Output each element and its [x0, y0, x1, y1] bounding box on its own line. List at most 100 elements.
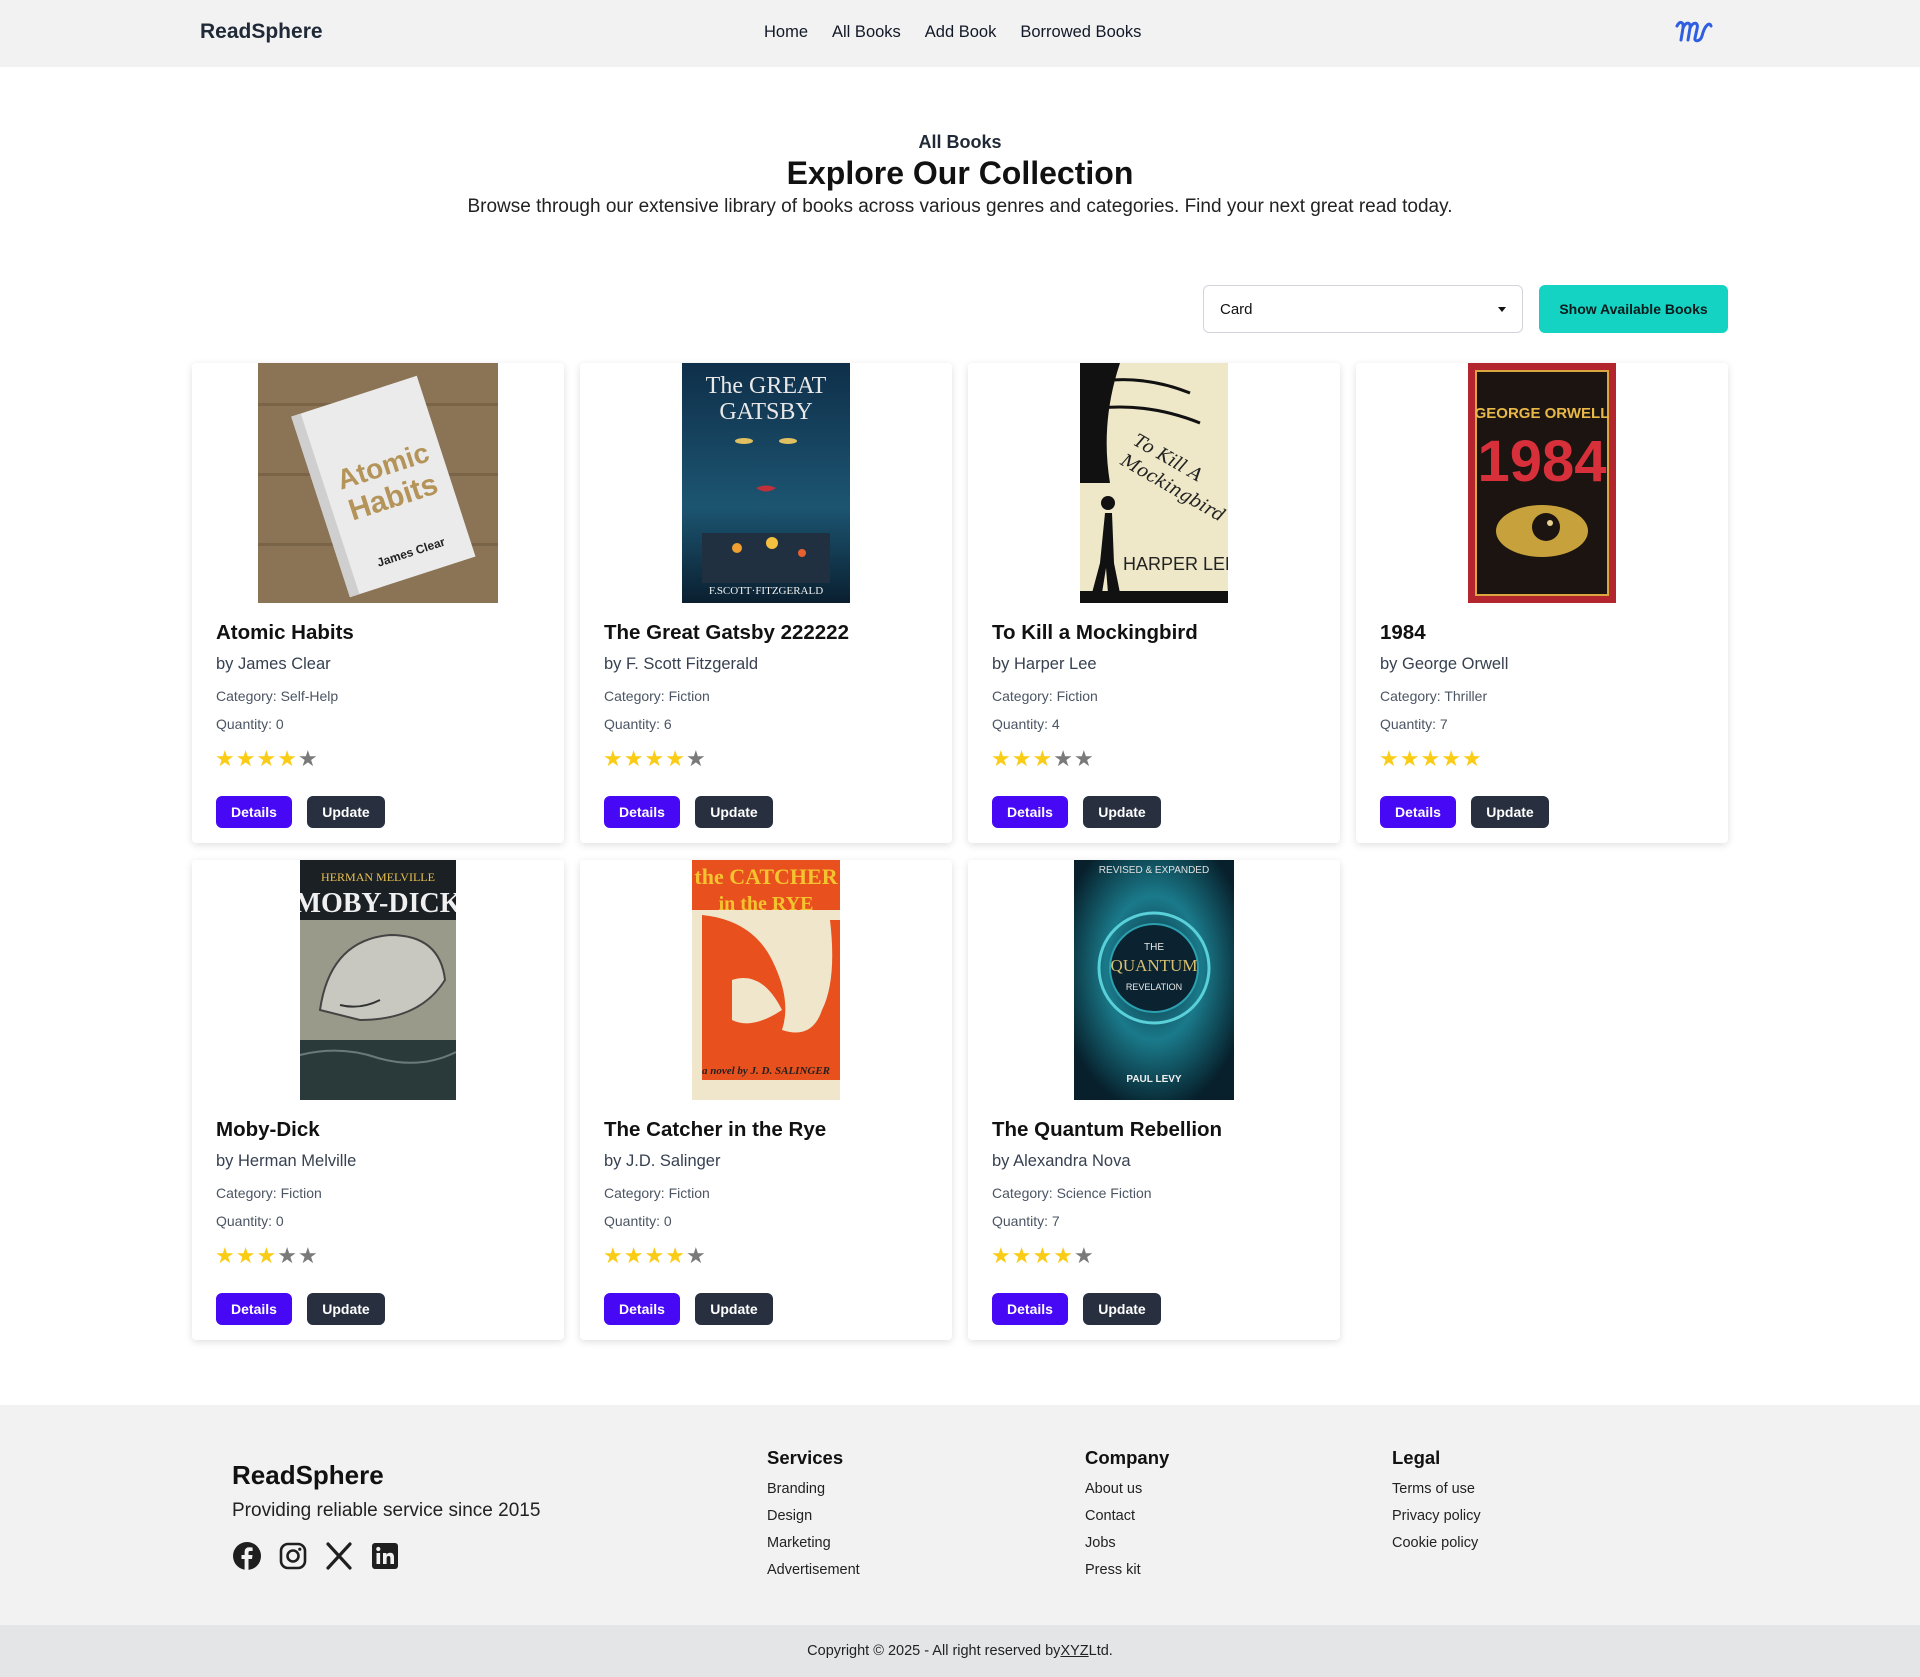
footer-link-privacy-policy[interactable]: Privacy policy — [1392, 1508, 1481, 1524]
star-empty-icon: ★ — [1053, 747, 1073, 772]
update-button[interactable]: Update — [1471, 796, 1549, 828]
rating-stars: ★ ★ ★ ★ ★ — [215, 1246, 318, 1268]
footer-link-jobs[interactable]: Jobs — [1085, 1535, 1169, 1551]
book-quantity: Quantity: 7 — [1380, 716, 1448, 732]
cover-text: HARPER LEE — [1123, 554, 1228, 574]
book-cover-image: REVISED & EXPANDED THE QUANTUM REVELATIO… — [1074, 860, 1234, 1100]
nav-link-borrowed-books[interactable]: Borrowed Books — [1020, 23, 1141, 42]
nav-link-all-books[interactable]: All Books — [832, 23, 901, 42]
details-button[interactable]: Details — [992, 1293, 1068, 1325]
star-filled-icon: ★ — [603, 1244, 623, 1269]
book-quantity: Quantity: 6 — [604, 716, 672, 732]
book-cover-image: Atomic Habits James Clear — [258, 363, 498, 603]
star-filled-icon: ★ — [603, 747, 623, 772]
update-button[interactable]: Update — [695, 1293, 773, 1325]
copyright-suffix: Ltd. — [1088, 1643, 1113, 1659]
copyright-company-link[interactable]: XYZ — [1060, 1643, 1088, 1659]
view-mode-value: Card — [1220, 300, 1253, 318]
book-author: by Herman Melville — [216, 1152, 357, 1170]
details-button[interactable]: Details — [216, 796, 292, 828]
update-button[interactable]: Update — [1083, 1293, 1161, 1325]
nav-link-add-book[interactable]: Add Book — [925, 23, 997, 42]
update-button[interactable]: Update — [307, 796, 385, 828]
footer-link-advertisement[interactable]: Advertisement — [767, 1562, 860, 1578]
update-button[interactable]: Update — [307, 1293, 385, 1325]
update-button[interactable]: Update — [1083, 796, 1161, 828]
star-filled-icon: ★ — [991, 1244, 1011, 1269]
brand-logo-text[interactable]: ReadSphere — [200, 20, 323, 44]
book-category: Category: Fiction — [992, 688, 1098, 704]
facebook-icon[interactable] — [232, 1541, 262, 1571]
footer-link-contact[interactable]: Contact — [1085, 1508, 1169, 1524]
update-button[interactable]: Update — [695, 796, 773, 828]
footer-link-branding[interactable]: Branding — [767, 1481, 860, 1497]
cover-text: GATSBY — [719, 399, 812, 425]
copyright-bar: Copyright © 2025 - All right reserved by… — [0, 1625, 1920, 1677]
book-quantity: Quantity: 0 — [216, 716, 284, 732]
book-quantity: Quantity: 0 — [216, 1213, 284, 1229]
star-filled-icon: ★ — [1032, 1244, 1053, 1269]
nav-links: Home All Books Add Book Borrowed Books — [764, 23, 1141, 42]
star-empty-icon: ★ — [685, 1244, 706, 1269]
book-card-quantum-rebellion: REVISED & EXPANDED THE QUANTUM REVELATIO… — [968, 860, 1340, 1340]
star-empty-icon: ★ — [297, 747, 318, 772]
cover-text: The GREAT — [706, 373, 827, 399]
star-empty-icon: ★ — [297, 1244, 318, 1269]
show-available-books-button[interactable]: Show Available Books — [1539, 285, 1728, 333]
details-button[interactable]: Details — [992, 796, 1068, 828]
rating-stars: ★ ★ ★ ★ ★ — [215, 749, 318, 771]
book-quantity: Quantity: 0 — [604, 1213, 672, 1229]
x-icon[interactable] — [324, 1541, 354, 1571]
book-title: The Great Gatsby 222222 — [604, 621, 849, 644]
cover-text: QUANTUM — [1111, 956, 1198, 975]
book-quantity: Quantity: 7 — [992, 1213, 1060, 1229]
star-empty-icon: ★ — [685, 747, 706, 772]
instagram-icon[interactable] — [278, 1541, 308, 1571]
footer-link-terms-of-use[interactable]: Terms of use — [1392, 1481, 1481, 1497]
details-button[interactable]: Details — [216, 1293, 292, 1325]
cover-text: THE — [1144, 942, 1164, 953]
user-logo-icon[interactable] — [1674, 16, 1716, 48]
view-mode-select[interactable]: Card — [1203, 285, 1523, 333]
book-cover-image: The GREAT GATSBY F.SCOTT·FITZGERALD — [682, 363, 850, 603]
cover-text: a novel by J. D. SALINGER — [702, 1065, 830, 1077]
book-category: Category: Fiction — [216, 1185, 322, 1201]
cover-text: the CATCHER — [694, 864, 838, 889]
linkedin-icon[interactable] — [370, 1541, 400, 1571]
book-cover-image: To Kill A Mockingbird HARPER LEE — [1080, 363, 1228, 603]
star-empty-icon: ★ — [1073, 1244, 1094, 1269]
footer-link-about-us[interactable]: About us — [1085, 1481, 1169, 1497]
footer-heading: Legal — [1392, 1447, 1441, 1468]
book-category: Category: Self-Help — [216, 688, 339, 704]
book-cover-image: the CATCHER in the RYE a novel by J. D. … — [692, 860, 840, 1100]
nav-link-home[interactable]: Home — [764, 23, 808, 42]
star-filled-icon: ★ — [215, 1244, 235, 1269]
footer: ReadSphere Providing reliable service si… — [0, 1405, 1920, 1625]
footer-column-company: Company About us Contact Jobs Press kit — [1085, 1447, 1169, 1589]
footer-brand: ReadSphere — [232, 1460, 384, 1490]
book-card-atomic-habits: Atomic Habits James Clear Atomic Habits … — [192, 363, 564, 843]
footer-heading: Services — [767, 1447, 844, 1468]
book-cover-image: GEORGE ORWELL 1984 — [1468, 363, 1616, 603]
details-button[interactable]: Details — [1380, 796, 1456, 828]
details-button[interactable]: Details — [604, 796, 680, 828]
footer-link-press-kit[interactable]: Press kit — [1085, 1562, 1169, 1578]
star-filled-icon: ★ — [235, 1244, 256, 1269]
book-author: by George Orwell — [1380, 655, 1509, 673]
cover-text: in the RYE — [719, 893, 814, 915]
book-card-1984: GEORGE ORWELL 1984 1984 by George Orwell… — [1356, 363, 1728, 843]
book-cover-image: HERMAN MELVILLE MOBY-DICK — [300, 860, 456, 1100]
footer-link-cookie-policy[interactable]: Cookie policy — [1392, 1535, 1481, 1551]
page-kicker: All Books — [918, 132, 1002, 152]
star-filled-icon: ★ — [665, 1244, 685, 1269]
star-filled-icon: ★ — [644, 1244, 665, 1269]
social-links — [232, 1541, 400, 1571]
book-title: 1984 — [1380, 621, 1426, 644]
star-filled-icon: ★ — [1461, 747, 1482, 772]
details-button[interactable]: Details — [604, 1293, 680, 1325]
book-title: The Catcher in the Rye — [604, 1118, 827, 1141]
footer-link-design[interactable]: Design — [767, 1508, 860, 1524]
cover-text: REVELATION — [1126, 982, 1182, 992]
cover-text: MOBY-DICK — [300, 888, 456, 919]
footer-link-marketing[interactable]: Marketing — [767, 1535, 860, 1551]
